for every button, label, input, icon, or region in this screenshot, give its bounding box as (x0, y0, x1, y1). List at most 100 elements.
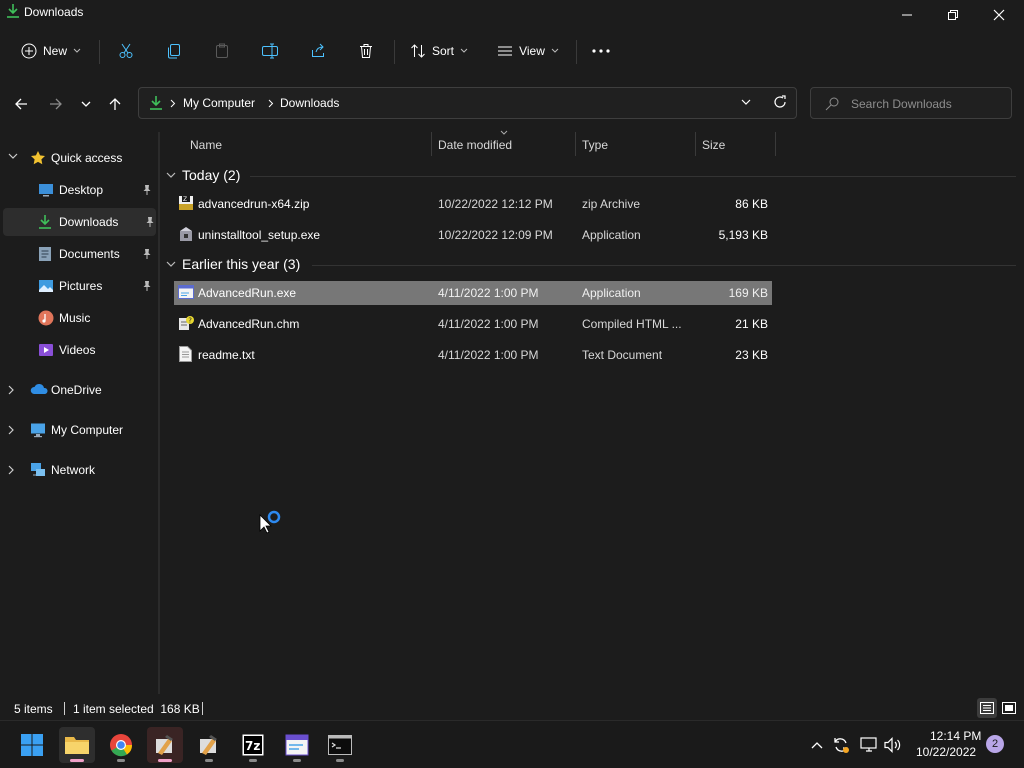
nav-item-network[interactable]: Network (0, 456, 156, 484)
file-date: 4/11/2022 1:00 PM (438, 286, 539, 300)
details-view-button[interactable] (977, 698, 997, 718)
address-bar[interactable]: My Computer Downloads (138, 87, 797, 119)
breadcrumb-my-computer[interactable]: My Computer (183, 96, 255, 110)
trash-icon (358, 43, 374, 59)
file-name: AdvancedRun.chm (198, 317, 300, 331)
chevron-down-icon[interactable] (8, 153, 18, 159)
taskbar-advancedrun[interactable] (147, 727, 183, 763)
active-indicator (70, 759, 84, 762)
file-date: 4/11/2022 1:00 PM (438, 317, 539, 331)
taskbar-7zip[interactable]: 7z (235, 727, 271, 763)
file-size: 5,193 KB (718, 228, 768, 242)
column-header-name[interactable]: Name (190, 134, 430, 156)
column-divider[interactable] (775, 132, 776, 156)
column-header-type[interactable]: Type (582, 134, 694, 156)
file-row[interactable]: AdvancedRun.exe 4/11/2022 1:00 PM Applic… (174, 281, 772, 305)
chevron-down-icon (166, 261, 176, 267)
details-view-icon (980, 702, 994, 714)
app-window-icon (178, 285, 194, 299)
pane-divider[interactable] (158, 132, 160, 694)
volume-tray-button[interactable] (882, 734, 904, 756)
search-box[interactable]: Search Downloads (810, 87, 1012, 119)
breadcrumb-downloads[interactable]: Downloads (280, 96, 339, 110)
taskbar-file-explorer[interactable] (59, 727, 95, 763)
up-button[interactable] (102, 90, 128, 118)
file-row[interactable]: uninstalltool_setup.exe 10/22/2022 12:09… (174, 223, 772, 247)
chevron-right-icon[interactable] (8, 425, 14, 435)
nav-item-label: Videos (59, 343, 96, 357)
group-header-earlier-this-year[interactable]: Earlier this year (3) (166, 253, 300, 275)
start-button[interactable] (14, 727, 50, 763)
rename-button[interactable] (256, 36, 284, 66)
advancedrun-icon (197, 733, 221, 757)
cut-button[interactable] (112, 36, 140, 66)
nav-item-label: Documents (59, 247, 120, 261)
taskbar-window-app[interactable] (279, 727, 315, 763)
copy-button[interactable] (160, 36, 188, 66)
new-button[interactable]: New (14, 36, 88, 66)
computer-icon (30, 422, 46, 438)
nav-item-desktop[interactable]: Desktop (0, 176, 156, 204)
group-label: Earlier this year (3) (182, 256, 301, 272)
pin-icon (145, 216, 155, 228)
new-label: New (42, 44, 67, 58)
sort-button[interactable]: Sort (404, 36, 474, 66)
chevron-right-icon[interactable] (8, 465, 14, 475)
forward-button[interactable] (43, 90, 69, 118)
nav-item-my-computer[interactable]: My Computer (0, 416, 156, 444)
clock-time[interactable]: 12:14 PM (930, 729, 981, 743)
nav-item-documents[interactable]: Documents (0, 240, 156, 268)
file-row[interactable]: readme.txt 4/11/2022 1:00 PM Text Docume… (174, 343, 772, 367)
onedrive-cloud-icon (30, 383, 48, 395)
svg-text:?: ? (188, 317, 192, 325)
nav-quick-access[interactable]: Quick access (0, 144, 156, 172)
nav-item-onedrive[interactable]: OneDrive (0, 376, 156, 404)
file-date: 4/11/2022 1:00 PM (438, 348, 539, 362)
clock-date[interactable]: 10/22/2022 (916, 745, 976, 759)
column-divider[interactable] (431, 132, 432, 156)
scissors-icon (118, 43, 134, 59)
delete-button[interactable] (352, 36, 380, 66)
view-button[interactable]: View (492, 36, 564, 66)
taskbar-advancedrun-2[interactable] (191, 727, 227, 763)
chrome-icon (109, 733, 133, 757)
network-tray-button[interactable] (858, 734, 880, 756)
nav-item-music[interactable]: Music (0, 304, 156, 332)
column-header-date[interactable]: Date modified (438, 134, 574, 156)
minimize-button[interactable] (884, 0, 930, 30)
svg-text:Z: Z (183, 196, 187, 203)
running-indicator (117, 759, 125, 762)
address-history-button[interactable] (741, 99, 751, 105)
window-title: Downloads (24, 5, 84, 19)
file-row[interactable]: Z advancedrun-x64.zip 10/22/2022 12:12 P… (174, 192, 772, 216)
navigation-pane: Quick access Desktop Downloads Documents… (0, 132, 158, 692)
notification-badge[interactable]: 2 (986, 735, 1004, 753)
star-icon (30, 150, 46, 166)
nav-item-label: My Computer (51, 423, 124, 437)
see-more-button[interactable] (586, 36, 616, 66)
recent-locations-button[interactable] (73, 90, 99, 118)
column-divider[interactable] (695, 132, 696, 156)
large-icons-view-button[interactable] (999, 698, 1019, 718)
nav-item-videos[interactable]: Videos (0, 336, 156, 364)
share-button[interactable] (304, 36, 332, 66)
paste-button[interactable] (208, 36, 236, 66)
chevron-down-icon (81, 101, 91, 107)
arrow-right-icon (49, 97, 63, 111)
taskbar-chrome[interactable] (103, 727, 139, 763)
taskbar-terminal[interactable] (322, 727, 358, 763)
column-divider[interactable] (575, 132, 576, 156)
refresh-icon[interactable] (773, 95, 787, 109)
group-header-today[interactable]: Today (2) (166, 164, 240, 186)
file-row[interactable]: ? AdvancedRun.chm 4/11/2022 1:00 PM Comp… (174, 312, 772, 336)
active-indicator (158, 759, 172, 762)
close-button[interactable] (976, 0, 1022, 30)
nav-item-pictures[interactable]: Pictures (0, 272, 156, 300)
back-button[interactable] (8, 90, 34, 118)
nav-item-downloads[interactable]: Downloads (3, 208, 156, 236)
update-tray-button[interactable] (830, 734, 852, 756)
restore-button[interactable] (930, 0, 976, 30)
show-hidden-icons-button[interactable] (806, 734, 828, 756)
chevron-right-icon[interactable] (8, 385, 14, 395)
column-header-size[interactable]: Size (702, 134, 774, 156)
